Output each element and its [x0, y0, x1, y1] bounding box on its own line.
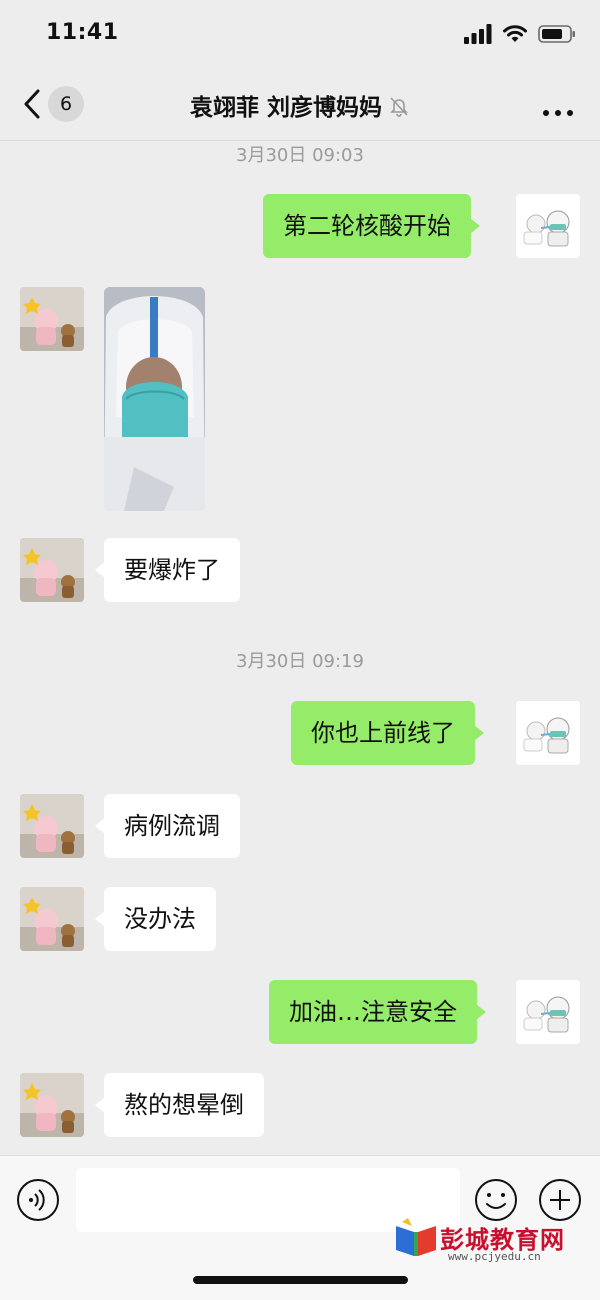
more-options-button[interactable]	[542, 102, 574, 121]
photo-protective-suit-icon	[104, 287, 205, 511]
status-icons	[464, 24, 576, 44]
wifi-icon	[503, 25, 527, 42]
chat-header: 6 袁翊菲 刘彦博妈妈	[0, 72, 600, 141]
contact-avatar[interactable]	[20, 287, 84, 351]
voice-input-button[interactable]	[16, 1178, 60, 1226]
avatar-cartoon-figurine-icon	[20, 287, 84, 351]
chat-title-group: 袁翊菲 刘彦博妈妈	[0, 88, 600, 122]
emoji-icon	[475, 1179, 517, 1221]
watermark-url: www.pcjyedu.cn	[448, 1250, 541, 1263]
voice-icon	[17, 1179, 59, 1221]
received-message-bubble[interactable]: 没办法	[95, 887, 216, 951]
sent-message-bubble[interactable]: 你也上前线了	[291, 701, 484, 765]
avatar-cartoon-medic-icon	[516, 701, 580, 765]
bell-slash-icon	[390, 97, 408, 117]
my-avatar[interactable]	[516, 701, 580, 765]
site-watermark: 彭城教育网 www.pcjyedu.cn	[392, 1218, 590, 1268]
avatar-cartoon-figurine-icon	[20, 1073, 84, 1137]
contact-avatar[interactable]	[20, 794, 84, 858]
status-time: 11:41	[46, 20, 119, 45]
plus-icon	[539, 1179, 581, 1221]
timestamp-divider: 3月30日 09:19	[236, 651, 364, 672]
received-message-bubble[interactable]: 病例流调	[95, 794, 240, 858]
contact-avatar[interactable]	[20, 538, 84, 602]
more-functions-button[interactable]	[538, 1178, 582, 1226]
contact-avatar[interactable]	[20, 1073, 84, 1137]
my-avatar[interactable]	[516, 980, 580, 1044]
avatar-cartoon-medic-icon	[516, 194, 580, 258]
battery-icon	[538, 25, 575, 43]
emoji-button[interactable]	[474, 1178, 518, 1226]
timestamp-divider: 3月30日 09:03	[236, 145, 364, 166]
my-avatar[interactable]	[516, 194, 580, 258]
contact-avatar[interactable]	[20, 887, 84, 951]
received-image-message[interactable]	[104, 287, 205, 511]
avatar-cartoon-figurine-icon	[20, 794, 84, 858]
sent-message-bubble[interactable]: 加油…注意安全	[269, 980, 486, 1044]
home-indicator[interactable]	[193, 1276, 408, 1284]
received-message-bubble[interactable]: 要爆炸了	[95, 538, 240, 602]
received-message-bubble[interactable]: 熬的想晕倒	[95, 1073, 264, 1137]
chat-message-list[interactable]: 3月30日 09:03 第二轮核酸开始 要爆炸了 3月30日 09:19 你也上…	[0, 141, 600, 1155]
ellipsis-icon	[543, 110, 573, 116]
cellular-signal-icon	[464, 24, 492, 44]
message-input-bar: 彭城教育网 www.pcjyedu.cn	[0, 1155, 600, 1300]
avatar-cartoon-medic-icon	[516, 980, 580, 1044]
sent-message-bubble[interactable]: 第二轮核酸开始	[263, 194, 480, 258]
book-logo-icon	[396, 1218, 436, 1256]
chat-title: 袁翊菲 刘彦博妈妈	[189, 95, 382, 121]
avatar-cartoon-figurine-icon	[20, 538, 84, 602]
status-bar: 11:41	[0, 0, 600, 72]
avatar-cartoon-figurine-icon	[20, 887, 84, 951]
